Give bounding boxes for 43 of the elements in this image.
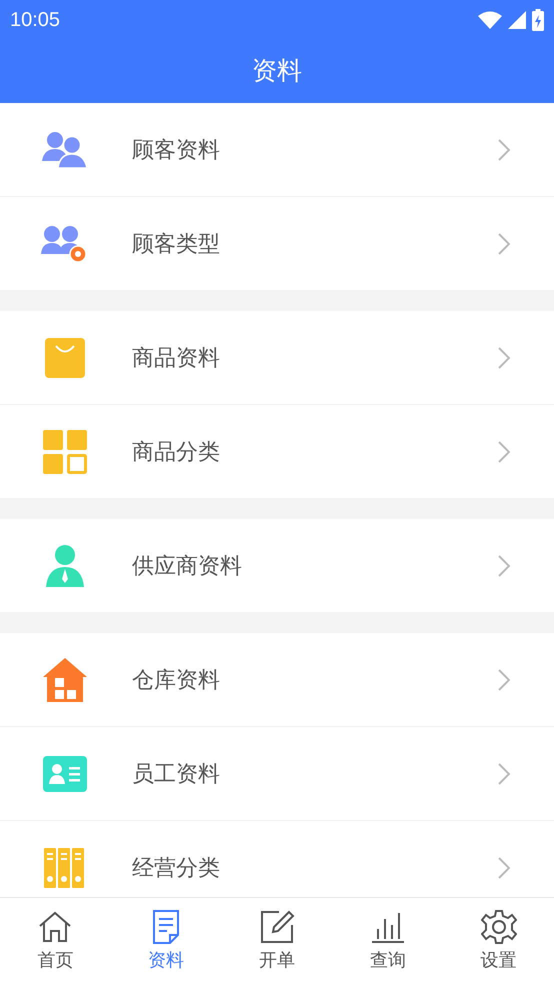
menu-item[interactable]: 顾客类型 bbox=[0, 197, 554, 290]
menu-item-label: 供应商资料 bbox=[132, 552, 243, 580]
chevron-right-icon bbox=[498, 138, 510, 160]
chevron-right-icon bbox=[498, 668, 510, 690]
chevron-right-icon bbox=[498, 856, 510, 878]
wifi-icon bbox=[478, 11, 502, 29]
chevron-right-icon bbox=[498, 440, 510, 462]
menu-item-label: 员工资料 bbox=[132, 760, 221, 788]
chevron-right-icon bbox=[498, 232, 510, 254]
menu-item-label: 商品分类 bbox=[132, 438, 221, 466]
id-card-icon bbox=[43, 756, 87, 792]
menu-item[interactable]: 供应商资料 bbox=[0, 519, 554, 612]
signal-icon bbox=[508, 11, 526, 29]
menu-item[interactable]: 员工资料 bbox=[0, 727, 554, 820]
binders-icon bbox=[44, 848, 86, 888]
person-tie-icon bbox=[46, 544, 84, 586]
tab[interactable]: 设置 bbox=[443, 898, 554, 984]
menu-item[interactable]: 商品分类 bbox=[0, 405, 554, 498]
chevron-right-icon bbox=[498, 554, 510, 576]
status-time: 10:05 bbox=[10, 8, 60, 33]
tab[interactable]: 查询 bbox=[332, 898, 444, 984]
menu-item-label: 商品资料 bbox=[132, 344, 221, 372]
tab[interactable]: 开单 bbox=[222, 898, 332, 984]
people-icon bbox=[42, 130, 88, 168]
house-icon bbox=[42, 656, 88, 702]
shopping-bag-icon bbox=[44, 336, 86, 378]
chevron-right-icon bbox=[498, 346, 510, 368]
menu-item-label: 顾客类型 bbox=[132, 230, 221, 258]
menu-item[interactable]: 仓库资料 bbox=[0, 633, 554, 726]
tab[interactable]: 首页 bbox=[0, 898, 111, 984]
page-title: 资料 bbox=[252, 56, 302, 87]
chevron-right-icon bbox=[498, 762, 510, 784]
tab[interactable]: 资料 bbox=[110, 898, 222, 984]
menu-item[interactable]: 商品资料 bbox=[0, 311, 554, 404]
grid-icon bbox=[43, 430, 87, 474]
battery-icon bbox=[532, 9, 544, 31]
menu-item-label: 顾客资料 bbox=[132, 136, 221, 164]
settings-icon bbox=[480, 908, 517, 944]
menu-item-label: 仓库资料 bbox=[132, 666, 221, 694]
menu-item[interactable]: 顾客资料 bbox=[0, 103, 554, 196]
edit-icon bbox=[258, 908, 295, 944]
menu-item-label: 经营分类 bbox=[132, 854, 221, 882]
menu-item[interactable]: 经营分类 bbox=[0, 821, 554, 897]
